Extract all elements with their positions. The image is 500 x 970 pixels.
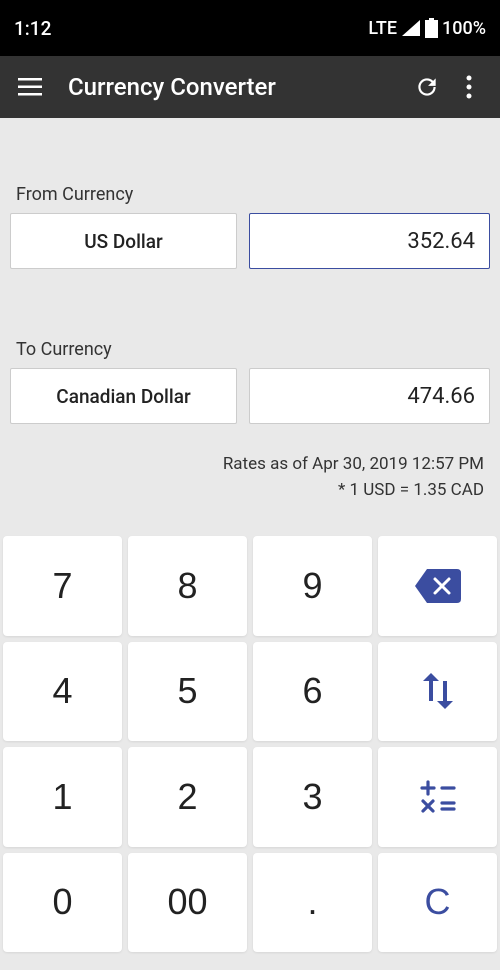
status-right: LTE 100% (368, 18, 486, 39)
backspace-icon (415, 569, 461, 603)
to-row: Canadian Dollar 474.66 (10, 368, 490, 424)
menu-button[interactable] (10, 67, 50, 107)
app-title: Currency Converter (68, 73, 406, 101)
network-label: LTE (368, 18, 397, 39)
rates-value: * 1 USD = 1.35 CAD (10, 478, 484, 504)
key-4[interactable]: 4 (3, 642, 122, 742)
battery-level: 100% (442, 18, 486, 39)
key-7[interactable]: 7 (3, 536, 122, 636)
from-currency-select[interactable]: US Dollar (10, 213, 237, 269)
key-9[interactable]: 9 (253, 536, 372, 636)
from-value-input[interactable]: 352.64 (249, 213, 490, 269)
app-bar: Currency Converter (0, 56, 500, 118)
keypad: 7 8 9 4 5 6 1 2 3 0 00 . C (3, 536, 497, 952)
to-value-display: 474.66 (249, 368, 490, 424)
key-clear[interactable]: C (378, 853, 497, 953)
key-swap[interactable] (378, 642, 497, 742)
hamburger-icon (18, 78, 42, 96)
swap-icon (423, 673, 453, 709)
from-row: US Dollar 352.64 (10, 213, 490, 269)
to-label: To Currency (10, 339, 490, 360)
rates-timestamp: Rates as of Apr 30, 2019 12:57 PM (10, 452, 484, 478)
key-backspace[interactable] (378, 536, 497, 636)
key-1[interactable]: 1 (3, 747, 122, 847)
status-bar: 1:12 LTE 100% (0, 0, 500, 56)
refresh-button[interactable] (406, 66, 448, 108)
key-3[interactable]: 3 (253, 747, 372, 847)
key-operators[interactable] (378, 747, 497, 847)
content: From Currency US Dollar 352.64 To Curren… (0, 184, 500, 503)
key-5[interactable]: 5 (128, 642, 247, 742)
key-8[interactable]: 8 (128, 536, 247, 636)
more-vert-icon (466, 75, 472, 99)
rates-info: Rates as of Apr 30, 2019 12:57 PM * 1 US… (10, 452, 490, 503)
operators-icon (420, 780, 456, 814)
key-00[interactable]: 00 (128, 853, 247, 953)
overflow-button[interactable] (448, 66, 490, 108)
refresh-icon (414, 74, 440, 100)
key-2[interactable]: 2 (128, 747, 247, 847)
key-6[interactable]: 6 (253, 642, 372, 742)
from-label: From Currency (10, 184, 490, 205)
battery-icon (425, 18, 438, 38)
signal-icon (401, 19, 421, 37)
to-currency-select[interactable]: Canadian Dollar (10, 368, 237, 424)
key-dot[interactable]: . (253, 853, 372, 953)
key-0[interactable]: 0 (3, 853, 122, 953)
status-time: 1:12 (14, 17, 51, 40)
